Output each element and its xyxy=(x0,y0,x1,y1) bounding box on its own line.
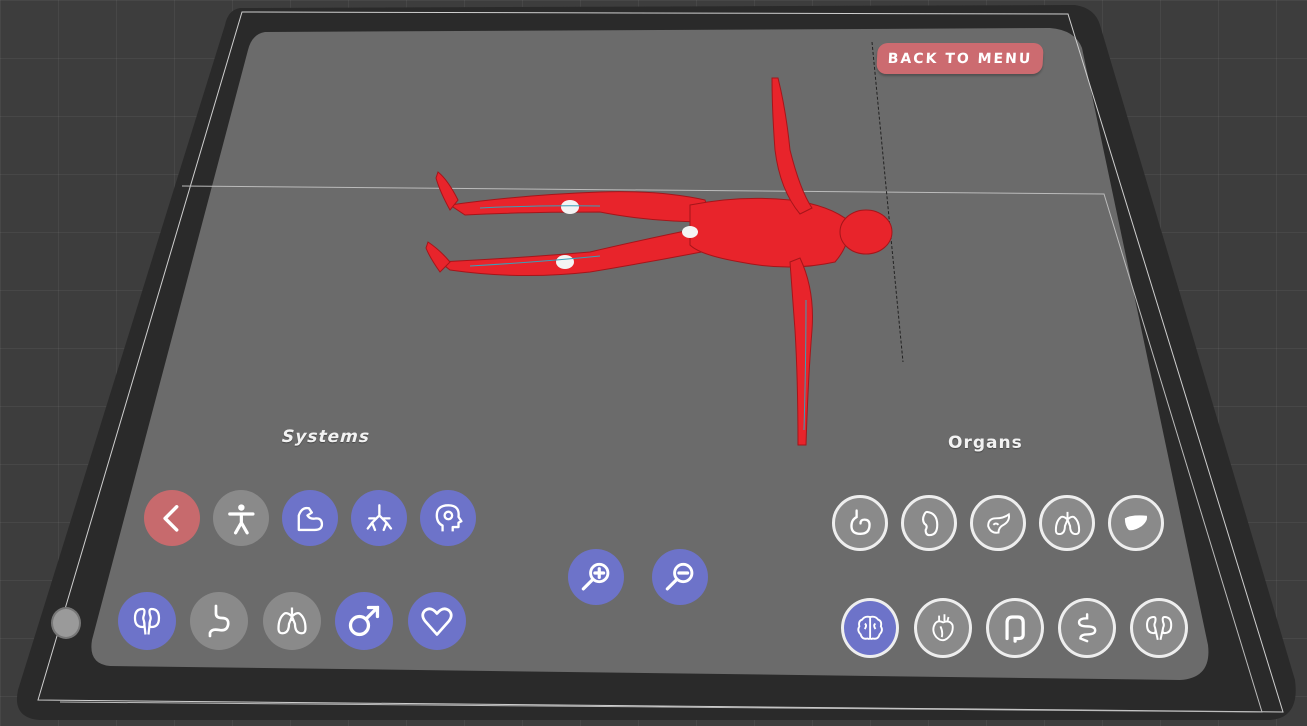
skeletal-system-button[interactable] xyxy=(213,490,269,546)
organs-label: Organs xyxy=(948,433,1023,453)
large-intestine-icon xyxy=(1005,615,1025,644)
lungs-icon xyxy=(1054,511,1080,535)
circulatory-system-button[interactable] xyxy=(408,592,466,650)
back-to-menu-button[interactable]: BACK TO MENU xyxy=(876,43,1044,74)
scene-handle-dot[interactable] xyxy=(51,607,81,639)
small-intestine-icon xyxy=(1077,613,1097,643)
stomach-icon xyxy=(849,508,871,535)
zoom-out-icon xyxy=(665,562,694,591)
skeleton-body-icon xyxy=(227,503,255,535)
liver-icon xyxy=(1124,514,1147,530)
zoom-in-button[interactable] xyxy=(568,549,624,605)
male-symbol-icon xyxy=(348,605,380,637)
brain-icon xyxy=(857,615,883,641)
nervous-system-button[interactable] xyxy=(420,490,476,546)
heart-anatomical-icon xyxy=(932,614,954,642)
reproductive-system-button[interactable] xyxy=(335,592,393,650)
urinary-system-button[interactable] xyxy=(118,592,176,650)
chevron-left-icon xyxy=(163,504,179,532)
brain-button[interactable] xyxy=(841,598,899,658)
kidneys-icon xyxy=(1145,616,1173,641)
digestive-system-button[interactable] xyxy=(190,592,248,650)
spleen-button[interactable] xyxy=(901,495,957,551)
large-intestine-button[interactable] xyxy=(986,598,1044,658)
heart-icon xyxy=(421,607,453,636)
pancreas-button[interactable] xyxy=(970,495,1026,551)
lungs-icon xyxy=(277,607,307,635)
lungs-organ-button[interactable] xyxy=(1039,495,1095,551)
back-button[interactable] xyxy=(144,490,200,546)
zoom-in-icon xyxy=(581,562,610,591)
respiratory-system-button[interactable] xyxy=(351,490,407,546)
systems-label: Systems xyxy=(281,427,371,447)
small-intestine-button[interactable] xyxy=(1058,598,1116,658)
pancreas-icon xyxy=(986,512,1010,534)
spleen-icon xyxy=(921,510,938,536)
head-brain-gear-icon xyxy=(435,503,463,532)
kidneys-organ-button[interactable] xyxy=(1130,598,1188,658)
muscle-arm-icon xyxy=(297,506,323,531)
heart-organ-button[interactable] xyxy=(914,598,972,658)
liver-button[interactable] xyxy=(1108,495,1164,551)
pulmonary-system-button[interactable] xyxy=(263,592,321,650)
stomach-button[interactable] xyxy=(832,495,888,551)
zoom-out-button[interactable] xyxy=(652,549,708,605)
kidneys-icon xyxy=(133,607,161,635)
muscular-system-button[interactable] xyxy=(282,490,338,546)
digestive-tract-icon xyxy=(208,604,230,638)
lungs-bronchi-icon xyxy=(366,503,392,531)
